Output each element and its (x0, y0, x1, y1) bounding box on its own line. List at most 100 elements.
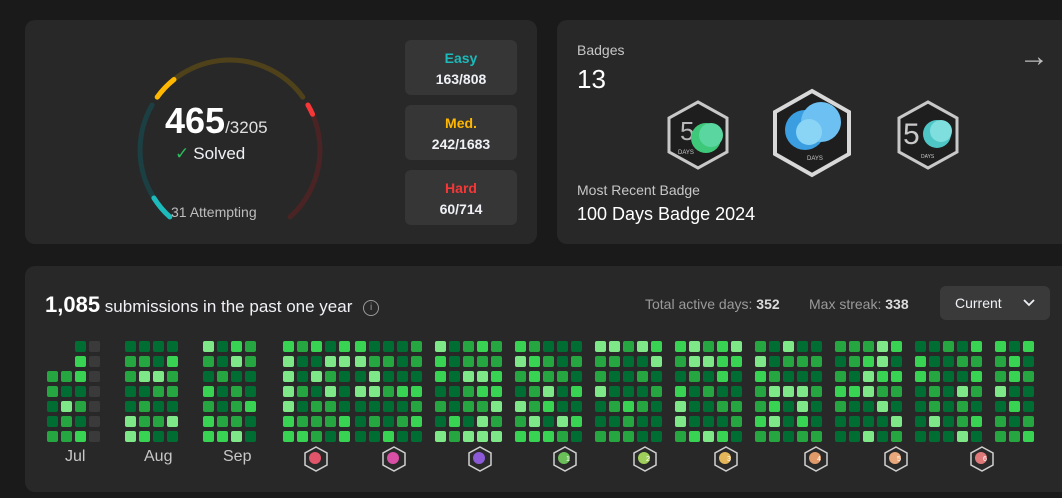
monthly-badge-lime-icon[interactable]: 2 (632, 446, 658, 472)
heatmap-cell[interactable] (75, 431, 86, 442)
heatmap-cell[interactable] (797, 416, 808, 427)
heatmap-cell[interactable] (755, 386, 766, 397)
heatmap-cell[interactable] (623, 401, 634, 412)
heatmap-cell[interactable] (971, 401, 982, 412)
heatmap-cell[interactable] (411, 401, 422, 412)
monthly-badge-purple-icon[interactable] (467, 446, 493, 472)
heatmap-cell[interactable] (675, 416, 686, 427)
heatmap-cell[interactable] (217, 386, 228, 397)
heatmap-cell[interactable] (689, 356, 700, 367)
heatmap-cell[interactable] (477, 431, 488, 442)
heatmap-cell[interactable] (529, 356, 540, 367)
heatmap-cell[interactable] (529, 386, 540, 397)
heatmap-cell[interactable] (731, 431, 742, 442)
heatmap-cell[interactable] (609, 371, 620, 382)
heatmap-cell[interactable] (463, 341, 474, 352)
heatmap-cell[interactable] (167, 341, 178, 352)
heatmap-cell[interactable] (283, 431, 294, 442)
heatmap-cell[interactable] (755, 341, 766, 352)
heatmap-cell[interactable] (915, 371, 926, 382)
heatmap-cell[interactable] (717, 401, 728, 412)
heatmap-cell[interactable] (61, 431, 72, 442)
heatmap-cell[interactable] (811, 371, 822, 382)
heatmap-cell[interactable] (89, 371, 100, 382)
heatmap-cell[interactable] (297, 401, 308, 412)
heatmap-cell[interactable] (463, 356, 474, 367)
heatmap-cell[interactable] (47, 431, 58, 442)
heatmap-cell[interactable] (491, 341, 502, 352)
heatmap-cell[interactable] (231, 371, 242, 382)
heatmap-cell[interactable] (877, 386, 888, 397)
heatmap-cell[interactable] (435, 341, 446, 352)
heatmap-cell[interactable] (637, 416, 648, 427)
heatmap-cell[interactable] (571, 341, 582, 352)
heatmap-cell[interactable] (325, 401, 336, 412)
heatmap-cell[interactable] (167, 371, 178, 382)
heatmap-cell[interactable] (915, 416, 926, 427)
heatmap-cell[interactable] (283, 371, 294, 382)
heatmap-cell[interactable] (811, 431, 822, 442)
heatmap-cell[interactable] (571, 356, 582, 367)
heatmap-cell[interactable] (703, 401, 714, 412)
heatmap-cell[interactable] (397, 431, 408, 442)
heatmap-cell[interactable] (231, 416, 242, 427)
heatmap-cell[interactable] (1023, 341, 1034, 352)
heatmap-cell[interactable] (891, 356, 902, 367)
heatmap-cell[interactable] (877, 356, 888, 367)
heatmap-cell[interactable] (835, 341, 846, 352)
heatmap-cell[interactable] (139, 386, 150, 397)
heatmap-cell[interactable] (651, 356, 662, 367)
heatmap-cell[interactable] (971, 341, 982, 352)
heatmap-cell[interactable] (231, 356, 242, 367)
heatmap-cell[interactable] (125, 401, 136, 412)
heatmap-cell[interactable] (369, 371, 380, 382)
heatmap-cell[interactable] (339, 341, 350, 352)
heatmap-cell[interactable] (325, 371, 336, 382)
heatmap-cell[interactable] (863, 371, 874, 382)
heatmap-cell[interactable] (675, 386, 686, 397)
heatmap-cell[interactable] (355, 386, 366, 397)
heatmap-cell[interactable] (297, 431, 308, 442)
heatmap-cell[interactable] (595, 371, 606, 382)
heatmap-cell[interactable] (863, 416, 874, 427)
heatmap-cell[interactable] (153, 431, 164, 442)
heatmap-cell[interactable] (203, 386, 214, 397)
heatmap-cell[interactable] (929, 341, 940, 352)
heatmap-cell[interactable] (595, 386, 606, 397)
heatmap-cell[interactable] (139, 416, 150, 427)
heatmap-cell[interactable] (543, 371, 554, 382)
heatmap-cell[interactable] (915, 356, 926, 367)
heatmap-cell[interactable] (231, 341, 242, 352)
heatmap-cell[interactable] (915, 386, 926, 397)
heatmap-cell[interactable] (557, 356, 568, 367)
heatmap-cell[interactable] (957, 356, 968, 367)
heatmap-cell[interactable] (609, 341, 620, 352)
heatmap-cell[interactable] (217, 371, 228, 382)
heatmap-cell[interactable] (75, 341, 86, 352)
heatmap-cell[interactable] (971, 416, 982, 427)
heatmap-cell[interactable] (571, 386, 582, 397)
heatmap-cell[interactable] (623, 431, 634, 442)
heatmap-cell[interactable] (283, 416, 294, 427)
heatmap-cell[interactable] (731, 341, 742, 352)
heatmap-cell[interactable] (543, 431, 554, 442)
heatmap-cell[interactable] (477, 341, 488, 352)
heatmap-cell[interactable] (529, 431, 540, 442)
heatmap-cell[interactable] (557, 401, 568, 412)
heatmap-cell[interactable] (929, 371, 940, 382)
heatmap-cell[interactable] (971, 431, 982, 442)
heatmap-cell[interactable] (571, 371, 582, 382)
heatmap-cell[interactable] (1009, 401, 1020, 412)
heatmap-cell[interactable] (515, 371, 526, 382)
heatmap-cell[interactable] (369, 401, 380, 412)
heatmap-cell[interactable] (943, 386, 954, 397)
heatmap-cell[interactable] (529, 371, 540, 382)
heatmap-cell[interactable] (717, 371, 728, 382)
heatmap-cell[interactable] (383, 356, 394, 367)
heatmap-cell[interactable] (89, 386, 100, 397)
heatmap-cell[interactable] (231, 401, 242, 412)
heatmap-cell[interactable] (891, 386, 902, 397)
heatmap-cell[interactable] (355, 431, 366, 442)
heatmap-cell[interactable] (971, 386, 982, 397)
heatmap-cell[interactable] (411, 371, 422, 382)
